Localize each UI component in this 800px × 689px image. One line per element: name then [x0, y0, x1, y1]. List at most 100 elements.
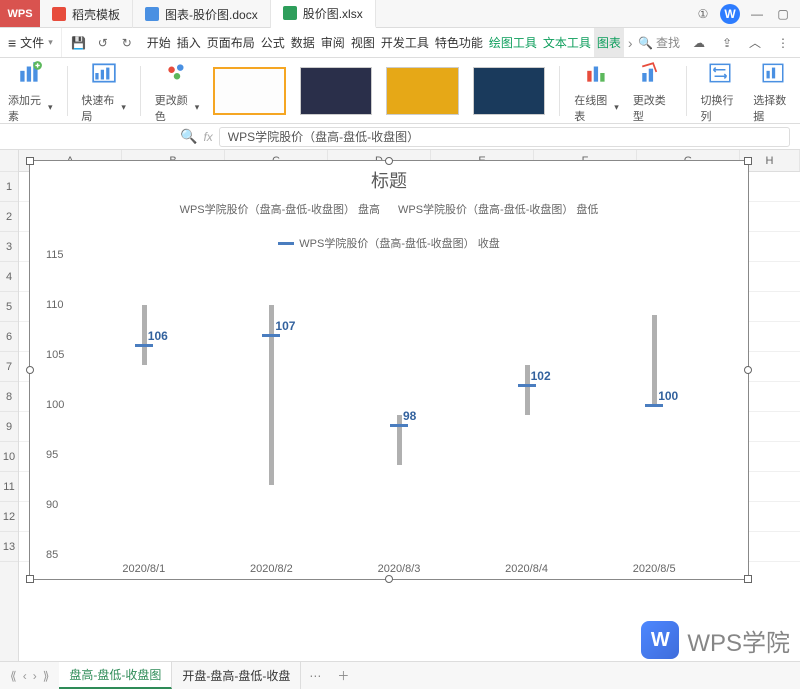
file-tab-label: 股价图.xlsx	[303, 5, 363, 22]
x-axis-tick: 2020/8/3	[378, 563, 421, 575]
sheet-nav-last-icon[interactable]: ⟫	[43, 669, 50, 683]
file-tab-template[interactable]: 稻壳模板	[40, 0, 133, 28]
ribbon-tab-data[interactable]: 数据	[288, 28, 318, 57]
chart-plot-area[interactable]: 8590951001051101151062020/8/11072020/8/2…	[80, 255, 718, 555]
resize-handle[interactable]	[744, 366, 752, 374]
palette-icon	[164, 60, 190, 86]
sheet-main: A B C D E F G H 标题 WPS学院股价	[19, 150, 800, 661]
sheet-nav-prev-icon[interactable]: ‹	[23, 669, 27, 683]
separator	[559, 66, 560, 116]
sheet-tab-hlc[interactable]: 盘高-盘低-收盘图	[59, 662, 172, 689]
resize-handle[interactable]	[744, 157, 752, 165]
ribbon-tab-review[interactable]: 审阅	[318, 28, 348, 57]
ribbon-tab-devtools[interactable]: 开发工具	[378, 28, 432, 57]
chart-style-1[interactable]	[213, 67, 286, 115]
undo-icon[interactable]: ↺	[94, 34, 112, 52]
sheet-tab-more-icon[interactable]: ⋯	[301, 669, 329, 683]
row-header[interactable]: 11	[0, 472, 18, 502]
row-header[interactable]: 7	[0, 352, 18, 382]
ribbon-tab-view[interactable]: 视图	[348, 28, 378, 57]
group-label: 选择数据	[753, 92, 792, 124]
maximize-icon[interactable]: ▢	[774, 5, 792, 23]
file-tab-docx[interactable]: 图表-股价图.docx	[133, 0, 271, 28]
separator	[140, 66, 141, 116]
row-header[interactable]: 13	[0, 532, 18, 562]
row-header[interactable]: 3	[0, 232, 18, 262]
chart-style-2[interactable]	[300, 67, 372, 115]
formula-input[interactable]	[219, 127, 790, 147]
ribbon-scroll-right-icon[interactable]: ›	[624, 28, 637, 57]
row-header[interactable]: 8	[0, 382, 18, 412]
row-header[interactable]: 6	[0, 322, 18, 352]
separator	[67, 66, 68, 116]
title-bar: WPS 稻壳模板 图表-股价图.docx 股价图.xlsx ① W — ▢	[0, 0, 800, 28]
chart-object[interactable]: 标题 WPS学院股价（盘高-盘低-收盘图） 盘高 WPS学院股价（盘高-盘低-收…	[29, 160, 749, 580]
resize-handle[interactable]	[385, 157, 393, 165]
row-header[interactable]: 1	[0, 172, 18, 202]
share-icon[interactable]: ⇪	[718, 34, 736, 52]
select-data-button[interactable]: 选择数据	[753, 58, 792, 124]
more-menu-icon[interactable]: ⋮	[774, 34, 792, 52]
hlc-bar	[142, 305, 147, 365]
file-tab-xlsx[interactable]: 股价图.xlsx	[271, 0, 376, 28]
resize-handle[interactable]	[26, 575, 34, 583]
user-avatar-icon[interactable]: W	[720, 4, 740, 24]
row-header[interactable]: 2	[0, 202, 18, 232]
add-element-button[interactable]: 添加元素▾	[8, 58, 53, 124]
hlc-bar	[269, 305, 274, 485]
menu-bar: ≡ 文件 ▾ 💾 ↺ ↻ 开始 插入 页面布局 公式 数据 审阅 视图 开发工具…	[0, 28, 800, 58]
hamburger-icon: ≡	[8, 35, 16, 51]
select-all-corner[interactable]	[0, 150, 18, 172]
search-area: 🔍 查找 ☁ ⇪ ︿ ⋮	[638, 34, 800, 52]
switch-rowcol-button[interactable]: 切换行列	[700, 58, 739, 124]
data-label: 98	[403, 409, 416, 423]
doc-icon	[145, 7, 159, 21]
row-header[interactable]: 4	[0, 262, 18, 292]
ribbon-tab-formula[interactable]: 公式	[258, 28, 288, 57]
ribbon-tab-start[interactable]: 开始	[144, 28, 174, 57]
ribbon-tab-feature[interactable]: 特色功能	[432, 28, 486, 57]
ribbon-tab-drawtools[interactable]: 绘图工具	[486, 28, 540, 57]
online-chart-button[interactable]: 在线图表▾	[574, 58, 619, 124]
ribbon-tab-charttools[interactable]: 图表	[594, 28, 624, 57]
ribbon-tab-pagelayout[interactable]: 页面布局	[204, 28, 258, 57]
x-axis-tick: 2020/8/1	[122, 563, 165, 575]
close-marker	[518, 384, 536, 387]
chart-style-4[interactable]	[473, 67, 545, 115]
magnifier-icon[interactable]: 🔍	[180, 128, 197, 145]
sheet-tab-ohlc[interactable]: 开盘-盘高-盘低-收盘	[172, 662, 301, 689]
search-box[interactable]: 🔍 查找	[638, 34, 680, 51]
group-label: 在线图表	[574, 92, 612, 124]
ribbon-tab-insert[interactable]: 插入	[174, 28, 204, 57]
minimize-icon[interactable]: —	[748, 5, 766, 23]
hlc-bar	[525, 365, 530, 415]
change-color-button[interactable]: 更改颜色▾	[155, 58, 200, 124]
chart-style-3[interactable]	[386, 67, 458, 115]
chart-legend[interactable]: WPS学院股价（盘高-盘低-收盘图） 盘高 WPS学院股价（盘高-盘低-收盘图）…	[30, 193, 748, 255]
file-tab-label: 稻壳模板	[72, 6, 120, 23]
sheet-nav-first-icon[interactable]: ⟪	[10, 669, 17, 683]
cloud-icon[interactable]: ☁	[690, 34, 708, 52]
row-header[interactable]: 5	[0, 292, 18, 322]
redo-icon[interactable]: ↻	[118, 34, 136, 52]
file-menu[interactable]: ≡ 文件 ▾	[0, 28, 62, 57]
row-header[interactable]: 12	[0, 502, 18, 532]
change-type-button[interactable]: 更改类型	[633, 58, 672, 124]
ribbon-tab-texttools[interactable]: 文本工具	[540, 28, 594, 57]
y-axis-tick: 90	[46, 499, 58, 511]
row-header[interactable]: 10	[0, 442, 18, 472]
collapse-ribbon-icon[interactable]: ︿	[746, 34, 764, 52]
sheet-tab-add-icon[interactable]: ＋	[329, 667, 357, 684]
change-type-icon	[639, 60, 665, 86]
update-icon[interactable]: ①	[694, 5, 712, 23]
data-label: 106	[148, 329, 168, 343]
save-icon[interactable]: 💾	[70, 34, 88, 52]
chart-title[interactable]: 标题	[30, 161, 748, 193]
resize-handle[interactable]	[26, 157, 34, 165]
resize-handle[interactable]	[744, 575, 752, 583]
resize-handle[interactable]	[385, 575, 393, 583]
resize-handle[interactable]	[26, 366, 34, 374]
quick-layout-button[interactable]: 快速布局▾	[81, 58, 126, 124]
sheet-nav-next-icon[interactable]: ›	[33, 669, 37, 683]
row-header[interactable]: 9	[0, 412, 18, 442]
